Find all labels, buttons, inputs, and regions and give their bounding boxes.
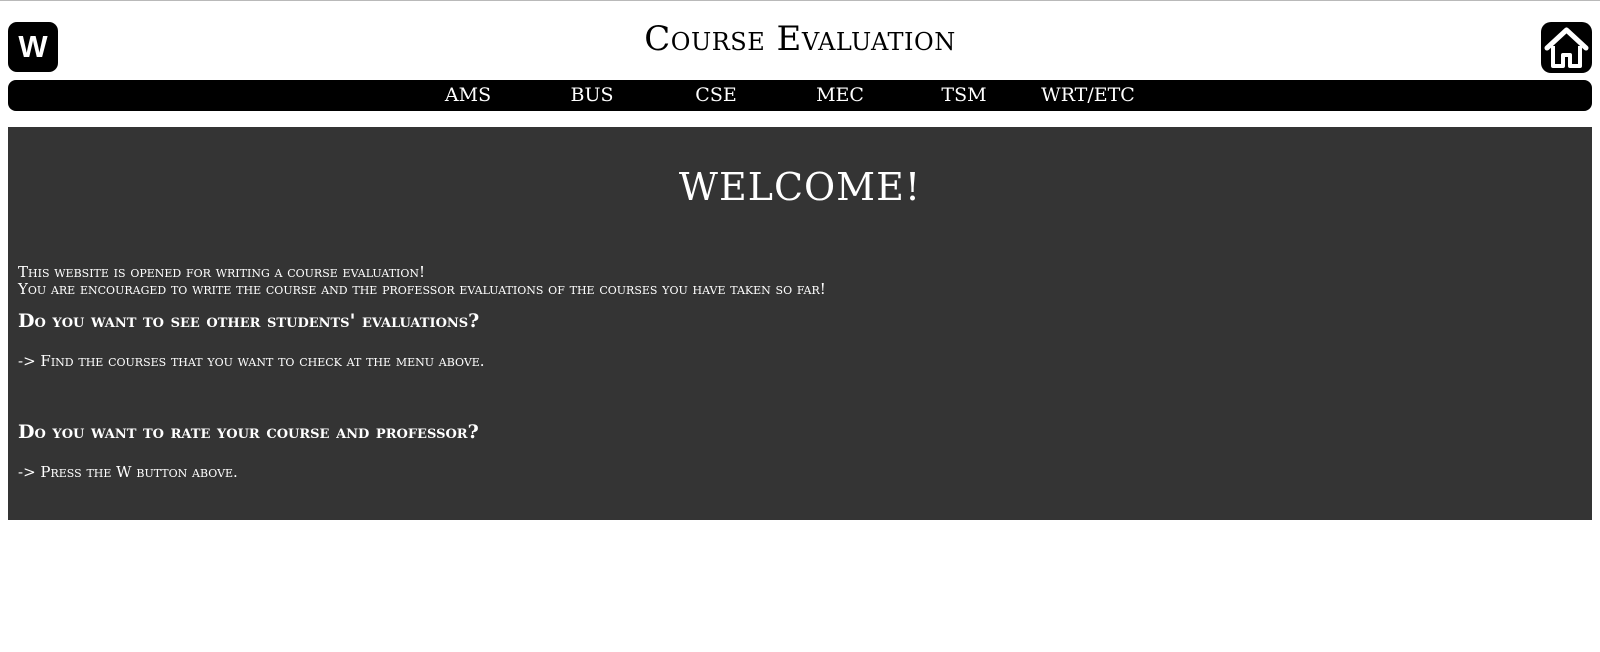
home-button[interactable]	[1541, 22, 1592, 73]
nav-item-tsm[interactable]: TSM	[902, 80, 1026, 111]
nav-item-wrt-etc[interactable]: WRT/ETC	[1026, 80, 1150, 111]
answer-rate-course: -> Press the W button above.	[18, 463, 238, 481]
answer-see-evaluations: -> Find the courses that you want to che…	[18, 352, 485, 370]
question-rate-course: Do you want to rate your course and prof…	[18, 421, 479, 443]
welcome-heading: WELCOME!	[678, 165, 922, 209]
question-see-evaluations: Do you want to see other students' evalu…	[18, 310, 480, 332]
intro-line-2: You are encouraged to write the course a…	[18, 280, 826, 298]
intro-line-1: This website is opened for writing a cou…	[18, 263, 426, 281]
page-title: Course Evaluation	[644, 19, 956, 59]
course-nav-bar: AMS BUS CSE MEC TSM WRT/ETC	[8, 80, 1592, 111]
nav-item-mec[interactable]: MEC	[778, 80, 902, 111]
welcome-panel: WELCOME! This website is opened for writ…	[8, 127, 1592, 520]
nav-item-bus[interactable]: BUS	[530, 80, 654, 111]
header: W Course Evaluation	[0, 1, 1600, 75]
intro-text: This website is opened for writing a cou…	[18, 264, 826, 298]
nav-item-cse[interactable]: CSE	[654, 80, 778, 111]
nav-item-ams[interactable]: AMS	[406, 80, 530, 111]
home-icon	[1544, 27, 1589, 68]
